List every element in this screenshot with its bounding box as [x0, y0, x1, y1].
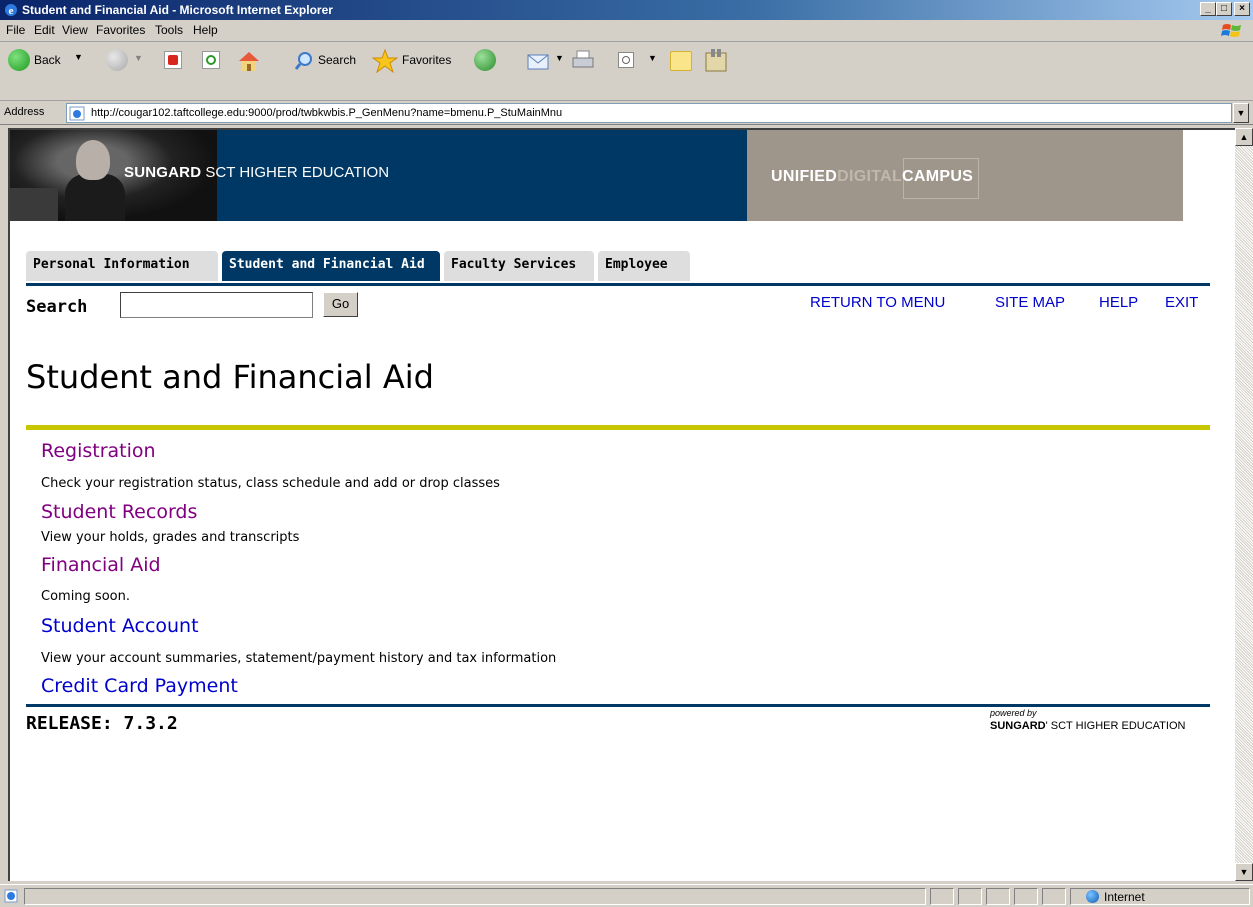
discuss-icon[interactable] — [670, 51, 692, 71]
search-button[interactable]: Search — [290, 47, 366, 75]
stop-icon[interactable] — [164, 51, 182, 69]
return-to-menu-link[interactable]: RETURN TO MENU — [810, 294, 945, 311]
back-button[interactable]: Back ▼ — [4, 47, 90, 75]
banner-brand-rest: SCT HIGHER EDUCATION — [201, 164, 390, 181]
favorites-button[interactable]: Favorites — [370, 47, 466, 75]
udc-unified: UNIFIED — [771, 168, 838, 185]
address-input[interactable]: http://cougar102.taftcollege.edu:9000/pr… — [66, 103, 1232, 123]
banner-brand: SUNGARD SCT HIGHER EDUCATION — [124, 164, 389, 181]
windows-logo-icon — [1221, 24, 1241, 37]
status-pane-4 — [1014, 888, 1038, 905]
powered-brand-rest: ' SCT HIGHER EDUCATION — [1045, 720, 1186, 732]
favorites-label: Favorites — [402, 53, 452, 67]
powered-brand-bold: SUNGARD — [990, 720, 1046, 732]
print-icon[interactable] — [570, 49, 596, 71]
release-version: RELEASE: 7.3.2 — [26, 713, 178, 734]
page-icon — [69, 106, 85, 121]
toolbar: Back ▼ ▼ Search Favorites ▼ ▼ — [0, 43, 1253, 101]
internet-explorer-icon: e — [5, 4, 17, 17]
search-input[interactable] — [120, 292, 313, 318]
title-rule — [26, 425, 1210, 430]
address-url: http://cougar102.taftcollege.edu:9000/pr… — [91, 107, 563, 119]
student-records-link[interactable]: Student Records — [41, 501, 197, 523]
mail-dropdown-icon[interactable]: ▼ — [555, 53, 564, 63]
tab-faculty-services[interactable]: Faculty Services — [444, 251, 594, 281]
maximize-button[interactable]: □ — [1216, 2, 1232, 16]
student-account-desc: View your account summaries, statement/p… — [41, 651, 557, 666]
banner-brand-bold: SUNGARD — [124, 164, 202, 181]
messenger-icon[interactable] — [702, 47, 730, 73]
udc-campus: CAMPUS — [902, 168, 974, 185]
help-link[interactable]: HELP — [1099, 294, 1138, 311]
minimize-button[interactable]: _ — [1200, 2, 1216, 16]
browser-window: e Student and Financial Aid - Microsoft … — [0, 0, 1253, 907]
menu-help[interactable]: Help — [193, 23, 218, 37]
refresh-icon[interactable] — [202, 51, 220, 69]
go-button[interactable]: Go — [323, 292, 358, 317]
registration-desc: Check your registration status, class sc… — [41, 476, 500, 491]
exit-link[interactable]: EXIT — [1165, 294, 1198, 311]
scroll-up-icon[interactable]: ▲ — [1235, 128, 1253, 146]
tab-personal-information[interactable]: Personal Information — [26, 251, 218, 281]
status-bar: Internet — [0, 884, 1253, 907]
history-icon[interactable] — [474, 49, 496, 71]
page-status-icon — [4, 889, 18, 903]
home-icon[interactable] — [236, 49, 262, 73]
menu-tools[interactable]: Tools — [155, 23, 183, 37]
student-account-link[interactable]: Student Account — [41, 615, 199, 637]
address-bar: Address http://cougar102.taftcollege.edu… — [0, 101, 1253, 125]
forward-arrow-icon[interactable] — [106, 49, 128, 71]
vertical-scrollbar[interactable]: ▲ ▼ — [1235, 128, 1253, 881]
credit-card-payment-link[interactable]: Credit Card Payment — [41, 675, 238, 697]
menu-favorites[interactable]: Favorites — [96, 23, 145, 37]
back-arrow-icon — [8, 49, 30, 71]
status-pane-2 — [958, 888, 982, 905]
scroll-track[interactable] — [1235, 146, 1253, 863]
edit-page-icon[interactable] — [618, 52, 634, 68]
tab-student-and-financial-aid[interactable]: Student and Financial Aid — [222, 251, 440, 281]
address-label: Address — [4, 106, 45, 118]
powered-by-label: powered by — [990, 708, 1037, 718]
menu-file[interactable]: File — [6, 23, 25, 37]
close-button[interactable]: × — [1234, 2, 1250, 16]
udc-digital: DIGITAL — [837, 168, 903, 185]
registration-link[interactable]: Registration — [41, 440, 156, 462]
student-records-desc: View your holds, grades and transcripts — [41, 530, 300, 545]
menu-view[interactable]: View — [62, 23, 88, 37]
site-map-link[interactable]: SITE MAP — [995, 294, 1065, 311]
financial-aid-link[interactable]: Financial Aid — [41, 554, 161, 576]
powered-by-brand: SUNGARD' SCT HIGHER EDUCATION — [990, 720, 1185, 732]
status-pane-5 — [1042, 888, 1066, 905]
zone-label: Internet — [1104, 890, 1145, 904]
mail-icon[interactable] — [526, 49, 552, 71]
menu-bar: File Edit View Favorites Tools Help — [0, 20, 1253, 42]
financial-aid-desc: Coming soon. — [41, 589, 130, 604]
status-pane-3 — [986, 888, 1010, 905]
back-dropdown-icon[interactable]: ▼ — [74, 52, 83, 62]
status-pane-1 — [930, 888, 954, 905]
scroll-down-icon[interactable]: ▼ — [1235, 863, 1253, 881]
tab-employee[interactable]: Employee — [598, 251, 690, 281]
search-label: Search — [318, 53, 357, 67]
window-title: Student and Financial Aid - Microsoft In… — [22, 3, 333, 17]
address-dropdown-icon[interactable]: ▼ — [1233, 103, 1249, 123]
banner: SUNGARD SCT HIGHER EDUCATION — [10, 130, 747, 221]
tab-rule — [26, 283, 1210, 286]
unified-digital-campus-logo: UNIFIEDDIGITALCAMPUS — [747, 130, 1183, 221]
menu-edit[interactable]: Edit — [34, 23, 55, 37]
footer-rule — [26, 704, 1210, 707]
edit-dropdown-icon[interactable]: ▼ — [648, 53, 657, 63]
forward-dropdown-icon[interactable]: ▼ — [134, 53, 143, 63]
page-title: Student and Financial Aid — [26, 358, 434, 396]
search-icon — [294, 52, 312, 70]
back-label: Back — [34, 53, 61, 67]
search-label: Search — [26, 297, 88, 317]
svg-text:e: e — [9, 5, 14, 17]
status-text-pane — [24, 888, 926, 905]
favorites-star-icon — [372, 49, 398, 73]
title-bar[interactable]: e Student and Financial Aid - Microsoft … — [0, 0, 1253, 20]
page-viewport: SUNGARD SCT HIGHER EDUCATION UNIFIEDDIGI… — [8, 128, 1235, 881]
internet-zone-icon — [1086, 890, 1099, 903]
